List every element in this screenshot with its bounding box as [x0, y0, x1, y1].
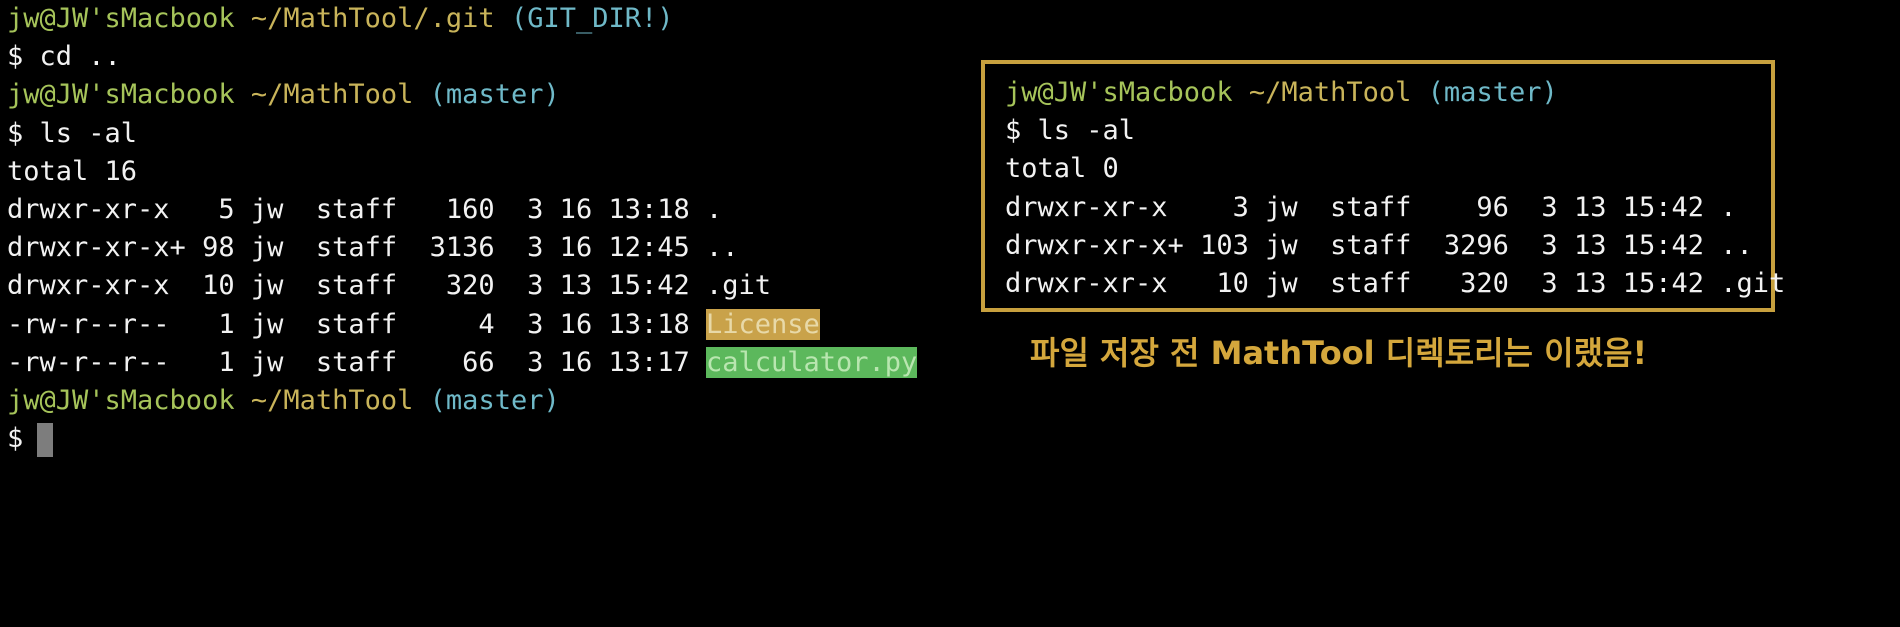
cursor[interactable]	[37, 422, 54, 457]
prompt-user: jw@JW'sMacbook	[7, 384, 235, 416]
prompt-line: jw@JW'sMacbook ~/MathTool (master)	[1005, 74, 1785, 112]
prompt-branch: (GIT_DIR!)	[510, 3, 674, 34]
input-line[interactable]: $	[7, 420, 917, 458]
prompt-path: ~/MathTool/.git	[250, 3, 495, 34]
listing-row: -rw-r--r-- 1 jw staff 66 3 16 13:17 calc…	[7, 344, 918, 382]
prompt-user: jw@JW'sMacbook	[7, 3, 235, 34]
prompt-user: jw@JW'sMacbook	[1005, 77, 1233, 108]
listing-row: drwxr-xr-x 5 jw staff 160 3 16 13:18 .	[7, 193, 723, 225]
callout-box: jw@JW'sMacbook ~/MathTool (master) $ ls …	[981, 60, 1785, 312]
prompt-path: ~/MathTool	[250, 79, 414, 111]
listing-row: -rw-r--r-- 1 jw staff 4 3 16 13:18 Licen…	[7, 306, 917, 344]
prompt-path: ~/MathTool	[1248, 77, 1412, 108]
listing-row: drwxr-xr-x 10 jw staff 320 3 13 15:42 .g…	[1005, 267, 1786, 299]
prompt-path: ~/MathTool	[250, 384, 414, 416]
callout-terminal: jw@JW'sMacbook ~/MathTool (master) $ ls …	[1005, 74, 1785, 303]
prompt-branch: (master)	[1427, 77, 1558, 108]
prompt-line: jw@JW'sMacbook ~/MathTool/.git (GIT_DIR!…	[7, 0, 917, 38]
license-file-highlight: License	[705, 308, 820, 340]
calculator-file-highlight: calculator.py	[705, 346, 918, 378]
command-line: $ ls -al	[1005, 115, 1136, 147]
listing-row: drwxr-xr-x 3 jw staff 96 3 13 15:42 .	[1005, 191, 1737, 223]
prompt-line: jw@JW'sMacbook ~/MathTool (master)	[7, 76, 917, 114]
prompt-branch: (master)	[429, 79, 560, 111]
command-line: $ cd ..	[7, 41, 121, 73]
output-line: total 16	[7, 155, 138, 187]
output-line: total 0	[1005, 153, 1119, 185]
listing-row: drwxr-xr-x 10 jw staff 320 3 13 15:42 .g…	[7, 270, 772, 302]
listing-row: drwxr-xr-x+ 103 jw staff 3296 3 13 15:42…	[1005, 229, 1753, 261]
listing-prefix: -rw-r--r-- 1 jw staff 4 3 16 13:18	[7, 308, 706, 340]
prompt-line: jw@JW'sMacbook ~/MathTool (master)	[7, 382, 917, 420]
listing-row: drwxr-xr-x+ 98 jw staff 3136 3 16 12:45 …	[7, 232, 739, 264]
terminal-output: jw@JW'sMacbook ~/MathTool/.git (GIT_DIR!…	[7, 0, 918, 458]
prompt-user: jw@JW'sMacbook	[7, 79, 235, 111]
command-line: $ ls -al	[7, 117, 138, 149]
callout-caption: 파일 저장 전 MathTool 디렉토리는 이랬음!	[1030, 334, 1648, 372]
prompt-symbol: $	[7, 423, 24, 455]
prompt-branch: (master)	[429, 384, 560, 416]
listing-prefix: -rw-r--r-- 1 jw staff 66 3 16 13:17	[7, 346, 706, 378]
